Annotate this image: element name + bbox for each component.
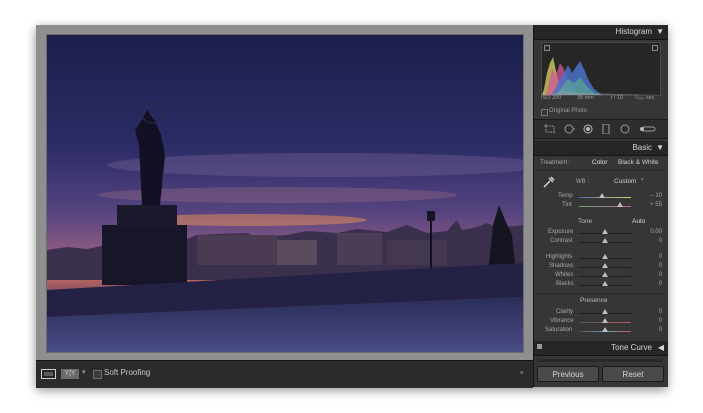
blacks-value[interactable]: 0 xyxy=(642,281,662,287)
panel-toggle-icon[interactable] xyxy=(537,344,542,349)
bottom-toolbar: Y|Y ▾ Soft Proofing ▾ xyxy=(36,360,533,388)
exposure-slider-thumb[interactable] xyxy=(602,229,608,234)
panel-scrollbar[interactable] xyxy=(537,359,663,362)
tint-slider-thumb[interactable] xyxy=(616,202,623,207)
whites-label: Whites xyxy=(555,272,574,278)
exposure-value[interactable]: 0.00 xyxy=(642,229,662,235)
clarity-slider-thumb[interactable] xyxy=(602,309,608,314)
wb-label: WB : xyxy=(576,179,589,185)
tint-label: Tint xyxy=(562,202,572,208)
adjustment-brush-icon[interactable] xyxy=(638,124,656,134)
collapse-arrow-icon[interactable]: ▼ xyxy=(656,143,664,152)
saturation-value[interactable]: 0 xyxy=(642,327,662,333)
wb-dropdown[interactable]: Custom xyxy=(614,178,636,185)
vibrance-value[interactable]: 0 xyxy=(642,318,662,324)
aperture-info: f / 10 xyxy=(611,95,624,101)
divider xyxy=(536,170,666,171)
saturation-slider-thumb[interactable] xyxy=(602,327,608,332)
presence-section-label: Presence xyxy=(580,297,608,304)
tone-auto-button[interactable]: Auto xyxy=(632,218,645,225)
spot-removal-icon[interactable] xyxy=(563,124,575,134)
contrast-slider-thumb[interactable] xyxy=(602,238,608,243)
treatment-color-button[interactable]: Color xyxy=(592,159,608,166)
previous-button[interactable]: Previous xyxy=(537,366,599,382)
clarity-label: Clarity xyxy=(556,309,574,315)
reset-button[interactable]: Reset xyxy=(602,366,664,382)
compare-view-button[interactable]: Y|Y xyxy=(61,369,79,379)
tint-slider-track[interactable] xyxy=(579,206,631,207)
original-photo-checkbox[interactable] xyxy=(541,109,548,116)
tool-strip xyxy=(534,119,668,139)
soft-proofing-checkbox[interactable] xyxy=(93,370,102,379)
highlights-slider-thumb[interactable] xyxy=(602,254,608,259)
shadows-label: Shadows xyxy=(549,263,574,269)
divider xyxy=(536,293,666,294)
photo-preview[interactable] xyxy=(47,35,523,352)
histogram-header[interactable]: Histogram ▼ xyxy=(534,25,668,40)
crop-tool-icon[interactable] xyxy=(544,124,556,134)
expand-arrow-icon[interactable]: ◀ xyxy=(658,343,664,352)
photo-image xyxy=(47,35,523,352)
temp-slider-thumb[interactable] xyxy=(599,193,606,198)
treatment-label: Treatment : xyxy=(540,160,571,166)
iso-info: ISO 200 xyxy=(541,95,562,101)
radial-filter-icon[interactable] xyxy=(619,124,631,134)
whites-value[interactable]: 0 xyxy=(642,272,662,278)
collapse-arrow-icon[interactable]: ▼ xyxy=(656,27,664,36)
image-canvas xyxy=(36,25,533,360)
chevron-down-icon[interactable]: ▾ xyxy=(641,177,644,183)
temp-label: Temp xyxy=(558,193,573,199)
tone-curve-title: Tone Curve xyxy=(611,343,652,352)
basic-header[interactable]: Basic ▼ xyxy=(534,141,668,156)
soft-proofing-label: Soft Proofing xyxy=(104,368,151,377)
shadows-value[interactable]: 0 xyxy=(642,263,662,269)
graduated-filter-icon[interactable] xyxy=(602,124,610,134)
whites-slider-thumb[interactable] xyxy=(602,272,608,277)
chevron-down-icon[interactable]: ▾ xyxy=(82,368,86,376)
saturation-label: Saturation xyxy=(545,327,573,333)
contrast-value[interactable]: 0 xyxy=(642,238,662,244)
blacks-slider-thumb[interactable] xyxy=(602,281,608,286)
highlight-clipping-icon[interactable] xyxy=(652,45,658,51)
histogram-title: Histogram xyxy=(615,27,652,36)
shadow-clipping-icon[interactable] xyxy=(544,45,550,51)
red-eye-icon[interactable] xyxy=(582,124,594,134)
focal-info: 39 mm xyxy=(577,95,594,101)
toolbar-menu-icon[interactable]: ▾ xyxy=(520,369,524,377)
loupe-view-button[interactable] xyxy=(41,369,56,379)
tint-value[interactable]: + 55 xyxy=(642,202,662,208)
highlights-value[interactable]: 0 xyxy=(642,254,662,260)
histogram-curves xyxy=(542,57,660,95)
tone-section-label: Tone xyxy=(578,218,593,225)
basic-title: Basic xyxy=(632,143,652,152)
lightroom-window: Y|Y ▾ Soft Proofing ▾ Histogram ▼ ISO 20… xyxy=(36,25,668,388)
exposure-label: Exposure xyxy=(548,229,574,235)
highlights-label: Highlights xyxy=(546,254,573,260)
shadows-slider-thumb[interactable] xyxy=(602,263,608,268)
shutter-info: ¹⁄₂₅₀ sec xyxy=(635,95,655,101)
original-photo-label: Original Photo xyxy=(549,108,588,114)
eyedropper-icon[interactable] xyxy=(542,175,556,189)
contrast-label: Contrast xyxy=(550,238,573,244)
develop-panel: Histogram ▼ ISO 200 39 mm f / 10 ¹⁄₂₅₀ s… xyxy=(533,25,668,387)
vibrance-label: Vibrance xyxy=(550,318,574,324)
clarity-value[interactable]: 0 xyxy=(642,309,662,315)
vibrance-slider-thumb[interactable] xyxy=(602,318,608,323)
blacks-label: Blacks xyxy=(556,281,574,287)
treatment-bw-button[interactable]: Black & White xyxy=(618,159,658,166)
temp-value[interactable]: – 10 xyxy=(642,193,662,199)
histogram-graph xyxy=(541,42,661,96)
tone-curve-header[interactable]: Tone Curve ◀ xyxy=(534,341,668,356)
